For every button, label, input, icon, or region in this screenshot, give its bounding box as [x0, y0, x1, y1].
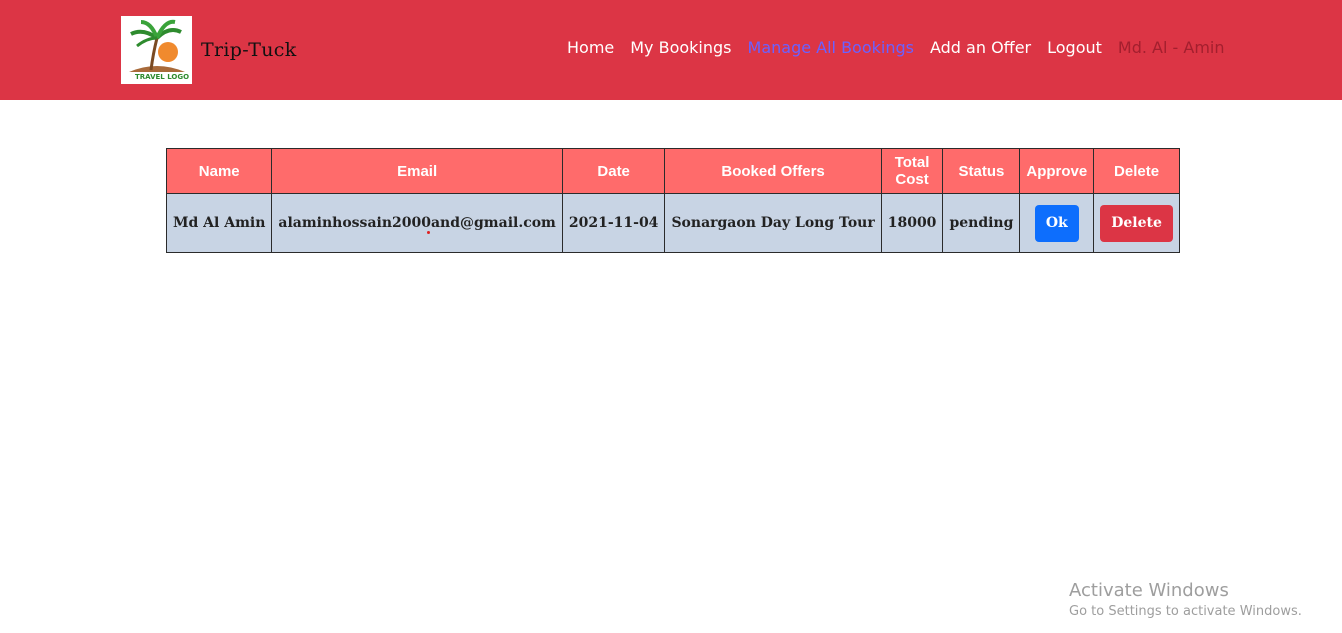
- approve-ok-button[interactable]: Ok: [1034, 204, 1079, 242]
- nav-add-offer-link[interactable]: Add an Offer: [930, 38, 1031, 57]
- watermark-title: Activate Windows: [1069, 580, 1229, 601]
- bookings-table-wrapper: Name Email Date Booked Offers Total Cost…: [165, 148, 1180, 253]
- watermark-subtitle: Go to Settings to activate Windows.: [1069, 604, 1302, 619]
- header-name: Name: [165, 148, 273, 194]
- header-approve: Approve: [1019, 148, 1095, 194]
- delete-button[interactable]: Delete: [1100, 204, 1173, 242]
- cell-name: Md Al Amin: [165, 193, 273, 253]
- header-delete: Delete: [1093, 148, 1180, 194]
- cell-email: alaminhossain2000and@gmail.com: [271, 193, 563, 253]
- activate-windows-watermark: Activate Windows Go to Settings to activ…: [1069, 580, 1302, 619]
- cursor-dot: [427, 231, 430, 234]
- header-email: Email: [271, 148, 563, 194]
- brand-name: Trip-Tuck: [201, 39, 297, 61]
- cell-delete: Delete: [1093, 193, 1180, 253]
- user-name: Md. Al - Amin: [1117, 38, 1225, 57]
- cell-approve: Ok: [1019, 193, 1095, 253]
- nav-manage-all-bookings-link[interactable]: Manage All Bookings: [748, 38, 914, 57]
- cell-total-cost: 18000: [880, 193, 944, 253]
- nav-home-link[interactable]: Home: [567, 38, 614, 57]
- nav-my-bookings-link[interactable]: My Bookings: [630, 38, 731, 57]
- table-row: Md Al Amin alaminhossain2000and@gmail.co…: [165, 193, 1180, 253]
- bookings-table: Name Email Date Booked Offers Total Cost…: [165, 148, 1180, 253]
- cell-date: 2021-11-04: [561, 193, 666, 253]
- nav-logout-link[interactable]: Logout: [1047, 38, 1102, 57]
- cell-booked-offer: Sonargaon Day Long Tour: [664, 193, 882, 253]
- header-booked-offers: Booked Offers: [664, 148, 882, 194]
- brand[interactable]: TRAVEL LOGO Trip-Tuck: [121, 16, 297, 84]
- nav-links: Home My Bookings Manage All Bookings Add…: [567, 38, 1225, 57]
- cell-status: pending: [942, 193, 1021, 253]
- header-date: Date: [561, 148, 666, 194]
- navbar: TRAVEL LOGO Trip-Tuck Home My Bookings M…: [0, 0, 1342, 100]
- table-header-row: Name Email Date Booked Offers Total Cost…: [165, 148, 1180, 194]
- logo-caption: TRAVEL LOGO: [135, 73, 190, 81]
- header-total-cost: Total Cost: [880, 148, 944, 194]
- header-status: Status: [942, 148, 1021, 194]
- travel-logo: TRAVEL LOGO: [121, 16, 192, 84]
